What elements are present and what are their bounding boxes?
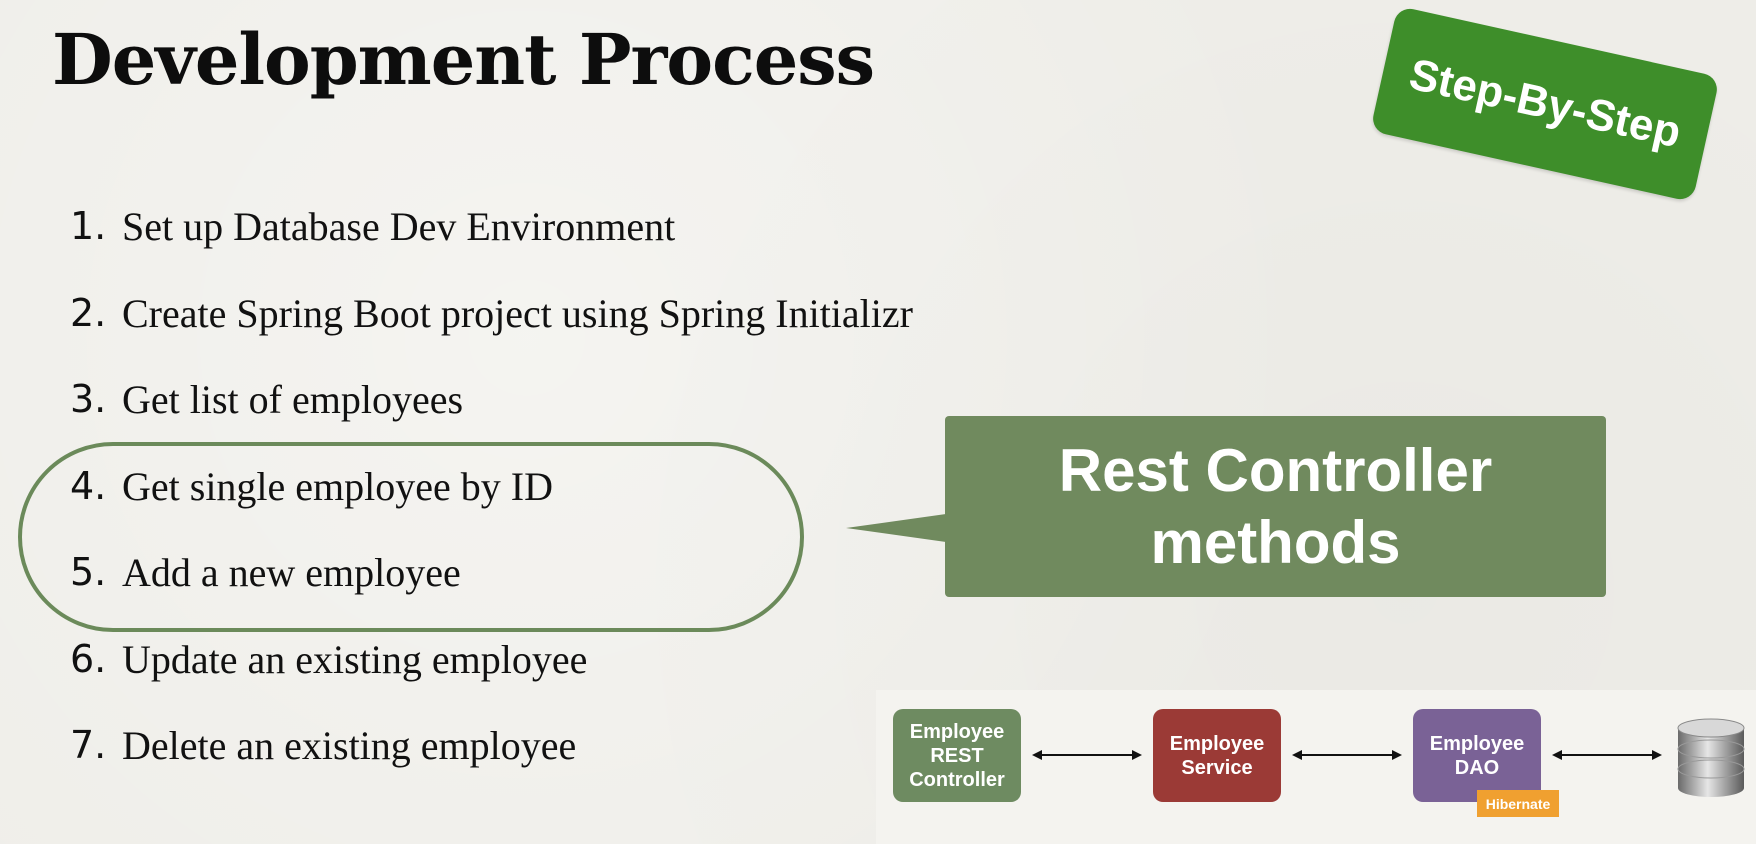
box-label: Service: [1181, 756, 1253, 779]
highlight-oval: [18, 442, 804, 632]
slide-title: Development Process: [52, 18, 875, 101]
step-text: Set up Database Dev Environment: [122, 204, 676, 249]
step-text: Get list of employees: [122, 377, 464, 422]
step-text: Create Spring Boot project using Spring …: [122, 290, 913, 336]
callout-line-2: methods: [1150, 508, 1401, 576]
step-item-2: 2. Create Spring Boot project using Sprin…: [70, 290, 913, 381]
architecture-diagram: Employee REST Controller Employee Servic…: [876, 690, 1756, 844]
badge-label: Step-By-Step: [1404, 49, 1686, 158]
step-number: 2.: [70, 290, 107, 335]
step-text: Update an existing employee: [122, 636, 588, 682]
step-number: 1.: [70, 204, 107, 248]
callout-line-1: Rest Controller: [1058, 436, 1493, 504]
step-number: 6.: [70, 636, 107, 681]
rest-controller-callout: Rest Controller methods: [945, 416, 1606, 597]
hibernate-tag: Hibernate: [1477, 790, 1559, 817]
step-item-1: 1. Set up Database Dev Environment: [70, 207, 913, 294]
box-label: Employee: [909, 720, 1005, 743]
database-icon: [1677, 718, 1745, 797]
step-number: 3.: [70, 377, 107, 421]
step-by-step-badge: Step-By-Step: [1370, 5, 1720, 203]
employee-dao-box: Employee DAO: [1413, 709, 1541, 802]
double-arrow-icon: [1552, 750, 1662, 760]
box-label: Controller: [909, 768, 1005, 791]
double-arrow-icon: [1032, 750, 1142, 760]
step-item-7: 7. Delete an existing employee: [70, 726, 913, 813]
double-arrow-icon: [1292, 750, 1402, 760]
step-text: Delete an existing employee: [122, 723, 577, 768]
box-label: Employee: [1169, 732, 1265, 755]
employee-rest-controller-box: Employee REST Controller: [893, 709, 1021, 802]
employee-service-box: Employee Service: [1153, 709, 1281, 802]
box-label: REST: [930, 744, 984, 767]
box-label: Employee: [1429, 732, 1525, 755]
step-number: 7.: [70, 723, 107, 767]
step-item-6: 6. Update an existing employee: [70, 636, 913, 727]
box-label: DAO: [1454, 756, 1500, 779]
